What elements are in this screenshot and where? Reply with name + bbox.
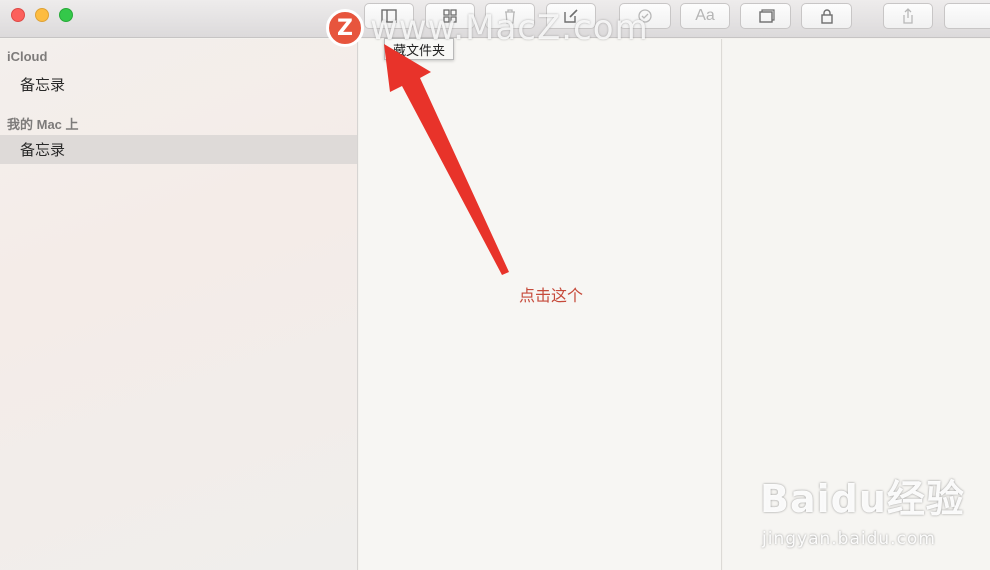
search-field[interactable]: [944, 3, 990, 29]
sidebar-section-icloud: iCloud: [7, 49, 48, 64]
zoom-window-button[interactable]: [59, 8, 73, 22]
macz-logo: Z: [326, 9, 364, 47]
sidebar-item-label: 备忘录: [20, 142, 66, 159]
table-button[interactable]: [740, 3, 791, 29]
share-icon: [903, 8, 913, 24]
sidebar-item-label: 备忘录: [20, 77, 66, 94]
macz-watermark: Z www.MacZ.com: [326, 8, 649, 48]
sidebar-section-on-my-mac: 我的 Mac 上: [7, 117, 79, 132]
lock-button[interactable]: [801, 3, 852, 29]
minimize-window-button[interactable]: [35, 8, 49, 22]
share-button[interactable]: [883, 3, 933, 29]
format-button[interactable]: Aa: [680, 3, 730, 29]
format-text-icon: Aa: [695, 7, 715, 24]
lock-icon: [820, 9, 833, 24]
baidu-watermark: Baidu经验 jingyan.baidu.com: [760, 468, 965, 549]
folders-sidebar: iCloud 备忘录 我的 Mac 上 备忘录: [0, 39, 358, 570]
baidu-watermark-logo: Baidu经验: [760, 477, 965, 521]
sidebar-item-icloud-notes[interactable]: 备忘录: [0, 70, 357, 99]
close-window-button[interactable]: [11, 8, 25, 22]
sidebar-item-mac-notes[interactable]: 备忘录: [0, 135, 357, 164]
baidu-watermark-url: jingyan.baidu.com: [762, 529, 936, 549]
macz-watermark-text: www.MacZ.com: [370, 8, 649, 48]
annotation-label: 点击这个: [519, 288, 584, 305]
table-icon: [758, 9, 775, 23]
